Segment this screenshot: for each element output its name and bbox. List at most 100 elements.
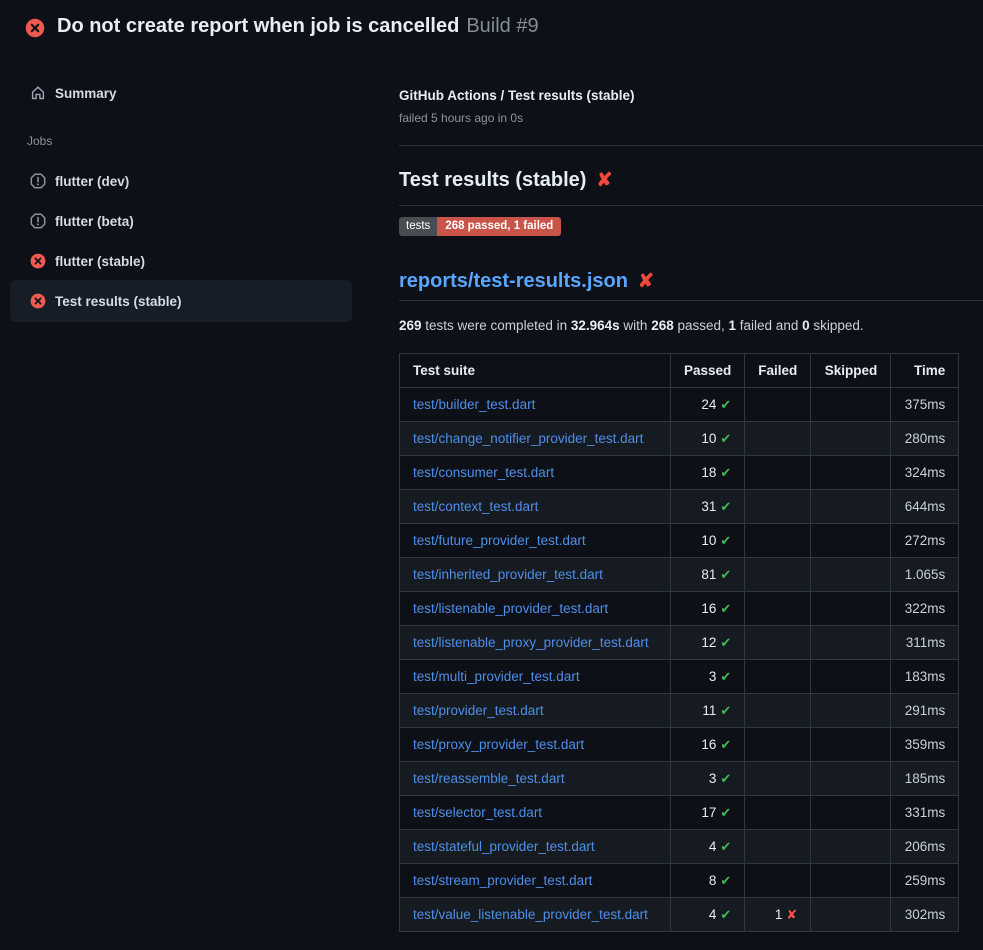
divider <box>399 145 983 146</box>
suite-cell: test/proxy_provider_test.dart <box>400 728 671 762</box>
skipped-cell <box>811 422 891 456</box>
skipped-cell <box>811 456 891 490</box>
suite-cell: test/context_test.dart <box>400 490 671 524</box>
green-check-icon: ✔ <box>720 499 731 514</box>
suite-link[interactable]: test/builder_test.dart <box>413 397 535 412</box>
passed-cell: 4✔ <box>671 898 745 932</box>
column-header-failed: Failed <box>745 354 811 388</box>
suite-link[interactable]: test/multi_provider_test.dart <box>413 669 580 684</box>
suite-link[interactable]: test/reassemble_test.dart <box>413 771 565 786</box>
sidebar-item-job-0[interactable]: flutter (dev) <box>10 161 352 201</box>
sidebar: Summary Jobs flutter (dev)flutter (beta)… <box>0 0 380 950</box>
table-row: test/listenable_proxy_provider_test.dart… <box>400 626 959 660</box>
time-cell: 272ms <box>891 524 959 558</box>
suite-link[interactable]: test/listenable_provider_test.dart <box>413 601 608 616</box>
green-check-icon: ✔ <box>720 839 731 854</box>
suite-link[interactable]: test/stream_provider_test.dart <box>413 873 592 888</box>
section-heading-text: Test results (stable) <box>399 169 586 191</box>
green-check-icon: ✔ <box>720 703 731 718</box>
green-check-icon: ✔ <box>720 669 731 684</box>
suite-cell: test/inherited_provider_test.dart <box>400 558 671 592</box>
summary-number: 0 <box>802 318 810 333</box>
skipped-cell <box>811 728 891 762</box>
table-body: test/builder_test.dart 24✔ 375ms test/chang… <box>400 388 959 932</box>
table-header-row: Test suitePassedFailedSkippedTime <box>400 354 959 388</box>
skipped-cell <box>811 864 891 898</box>
failed-cell <box>745 558 811 592</box>
summary-number: 268 <box>651 318 674 333</box>
suite-link[interactable]: test/listenable_proxy_provider_test.dart <box>413 635 649 650</box>
green-check-icon: ✔ <box>720 601 731 616</box>
breadcrumb: GitHub Actions / Test results (stable) <box>399 88 635 103</box>
passed-cell: 24✔ <box>671 388 745 422</box>
sidebar-item-label: flutter (beta) <box>55 214 134 229</box>
failed-cell <box>745 694 811 728</box>
passed-cell: 17✔ <box>671 796 745 830</box>
summary-text: passed, <box>674 318 729 333</box>
sidebar-item-summary[interactable]: Summary <box>10 75 352 111</box>
suite-link[interactable]: test/value_listenable_provider_test.dart <box>413 907 648 922</box>
red-x-icon: ✘ <box>786 907 797 922</box>
summary-text: skipped. <box>810 318 864 333</box>
failed-cell <box>745 626 811 660</box>
suite-cell: test/stateful_provider_test.dart <box>400 830 671 864</box>
passed-cell: 11✔ <box>671 694 745 728</box>
sidebar-item-label: Summary <box>55 86 117 101</box>
skipped-cell <box>811 898 891 932</box>
suite-link[interactable]: test/inherited_provider_test.dart <box>413 567 603 582</box>
suite-cell: test/provider_test.dart <box>400 694 671 728</box>
table-row: test/context_test.dart31✔644ms <box>400 490 959 524</box>
sidebar-item-job-1[interactable]: flutter (beta) <box>10 201 352 241</box>
suite-link[interactable]: test/provider_test.dart <box>413 703 544 718</box>
table-row: test/reassemble_test.dart3✔185ms <box>400 762 959 796</box>
sidebar-item-job-3[interactable]: Test results (stable) <box>10 280 352 322</box>
suite-link[interactable]: test/future_provider_test.dart <box>413 533 586 548</box>
report-heading: reports/test-results.json ✘ <box>399 270 654 293</box>
summary-text: failed and <box>736 318 802 333</box>
skipped-cell <box>811 694 891 728</box>
suite-link[interactable]: test/stateful_provider_test.dart <box>413 839 595 854</box>
summary-number: 32.964s <box>571 318 620 333</box>
test-results-table: Test suitePassedFailedSkippedTime test/b… <box>399 353 959 932</box>
failed-cell <box>745 660 811 694</box>
time-cell: 185ms <box>891 762 959 796</box>
failed-cell <box>745 830 811 864</box>
x-circle-icon <box>30 293 46 309</box>
failed-cell <box>745 388 811 422</box>
green-check-icon: ✔ <box>720 431 731 446</box>
green-check-icon: ✔ <box>720 771 731 786</box>
skipped-cell <box>811 490 891 524</box>
green-check-icon: ✔ <box>720 805 731 820</box>
green-check-icon: ✔ <box>720 635 731 650</box>
home-icon <box>30 85 46 101</box>
green-check-icon: ✔ <box>720 737 731 752</box>
suite-cell: test/change_notifier_provider_test.dart <box>400 422 671 456</box>
suite-link[interactable]: test/selector_test.dart <box>413 805 542 820</box>
red-x-icon: ✘ <box>638 271 654 292</box>
time-cell: 359ms <box>891 728 959 762</box>
time-cell: 375ms <box>891 388 959 422</box>
green-check-icon: ✔ <box>720 465 731 480</box>
suite-link[interactable]: test/change_notifier_provider_test.dart <box>413 431 643 446</box>
report-file-link[interactable]: reports/test-results.json <box>399 270 628 292</box>
skipped-cell <box>811 830 891 864</box>
summary-number: 269 <box>399 318 422 333</box>
green-check-icon: ✔ <box>720 567 731 582</box>
sidebar-item-job-2[interactable]: flutter (stable) <box>10 241 352 281</box>
summary-number: 1 <box>729 318 737 333</box>
stop-icon <box>30 213 46 229</box>
column-header-passed: Passed <box>671 354 745 388</box>
time-cell: 183ms <box>891 660 959 694</box>
tests-status-badge: tests 268 passed, 1 failed <box>399 217 561 236</box>
skipped-cell <box>811 660 891 694</box>
suite-link[interactable]: test/consumer_test.dart <box>413 465 554 480</box>
x-circle-icon <box>30 253 46 269</box>
passed-cell: 4✔ <box>671 830 745 864</box>
suite-link[interactable]: test/proxy_provider_test.dart <box>413 737 584 752</box>
divider <box>399 205 983 206</box>
suite-link[interactable]: test/context_test.dart <box>413 499 538 514</box>
table-row: test/stateful_provider_test.dart4✔206ms <box>400 830 959 864</box>
badge-label: tests <box>399 217 437 236</box>
suite-cell: test/reassemble_test.dart <box>400 762 671 796</box>
time-cell: 324ms <box>891 456 959 490</box>
